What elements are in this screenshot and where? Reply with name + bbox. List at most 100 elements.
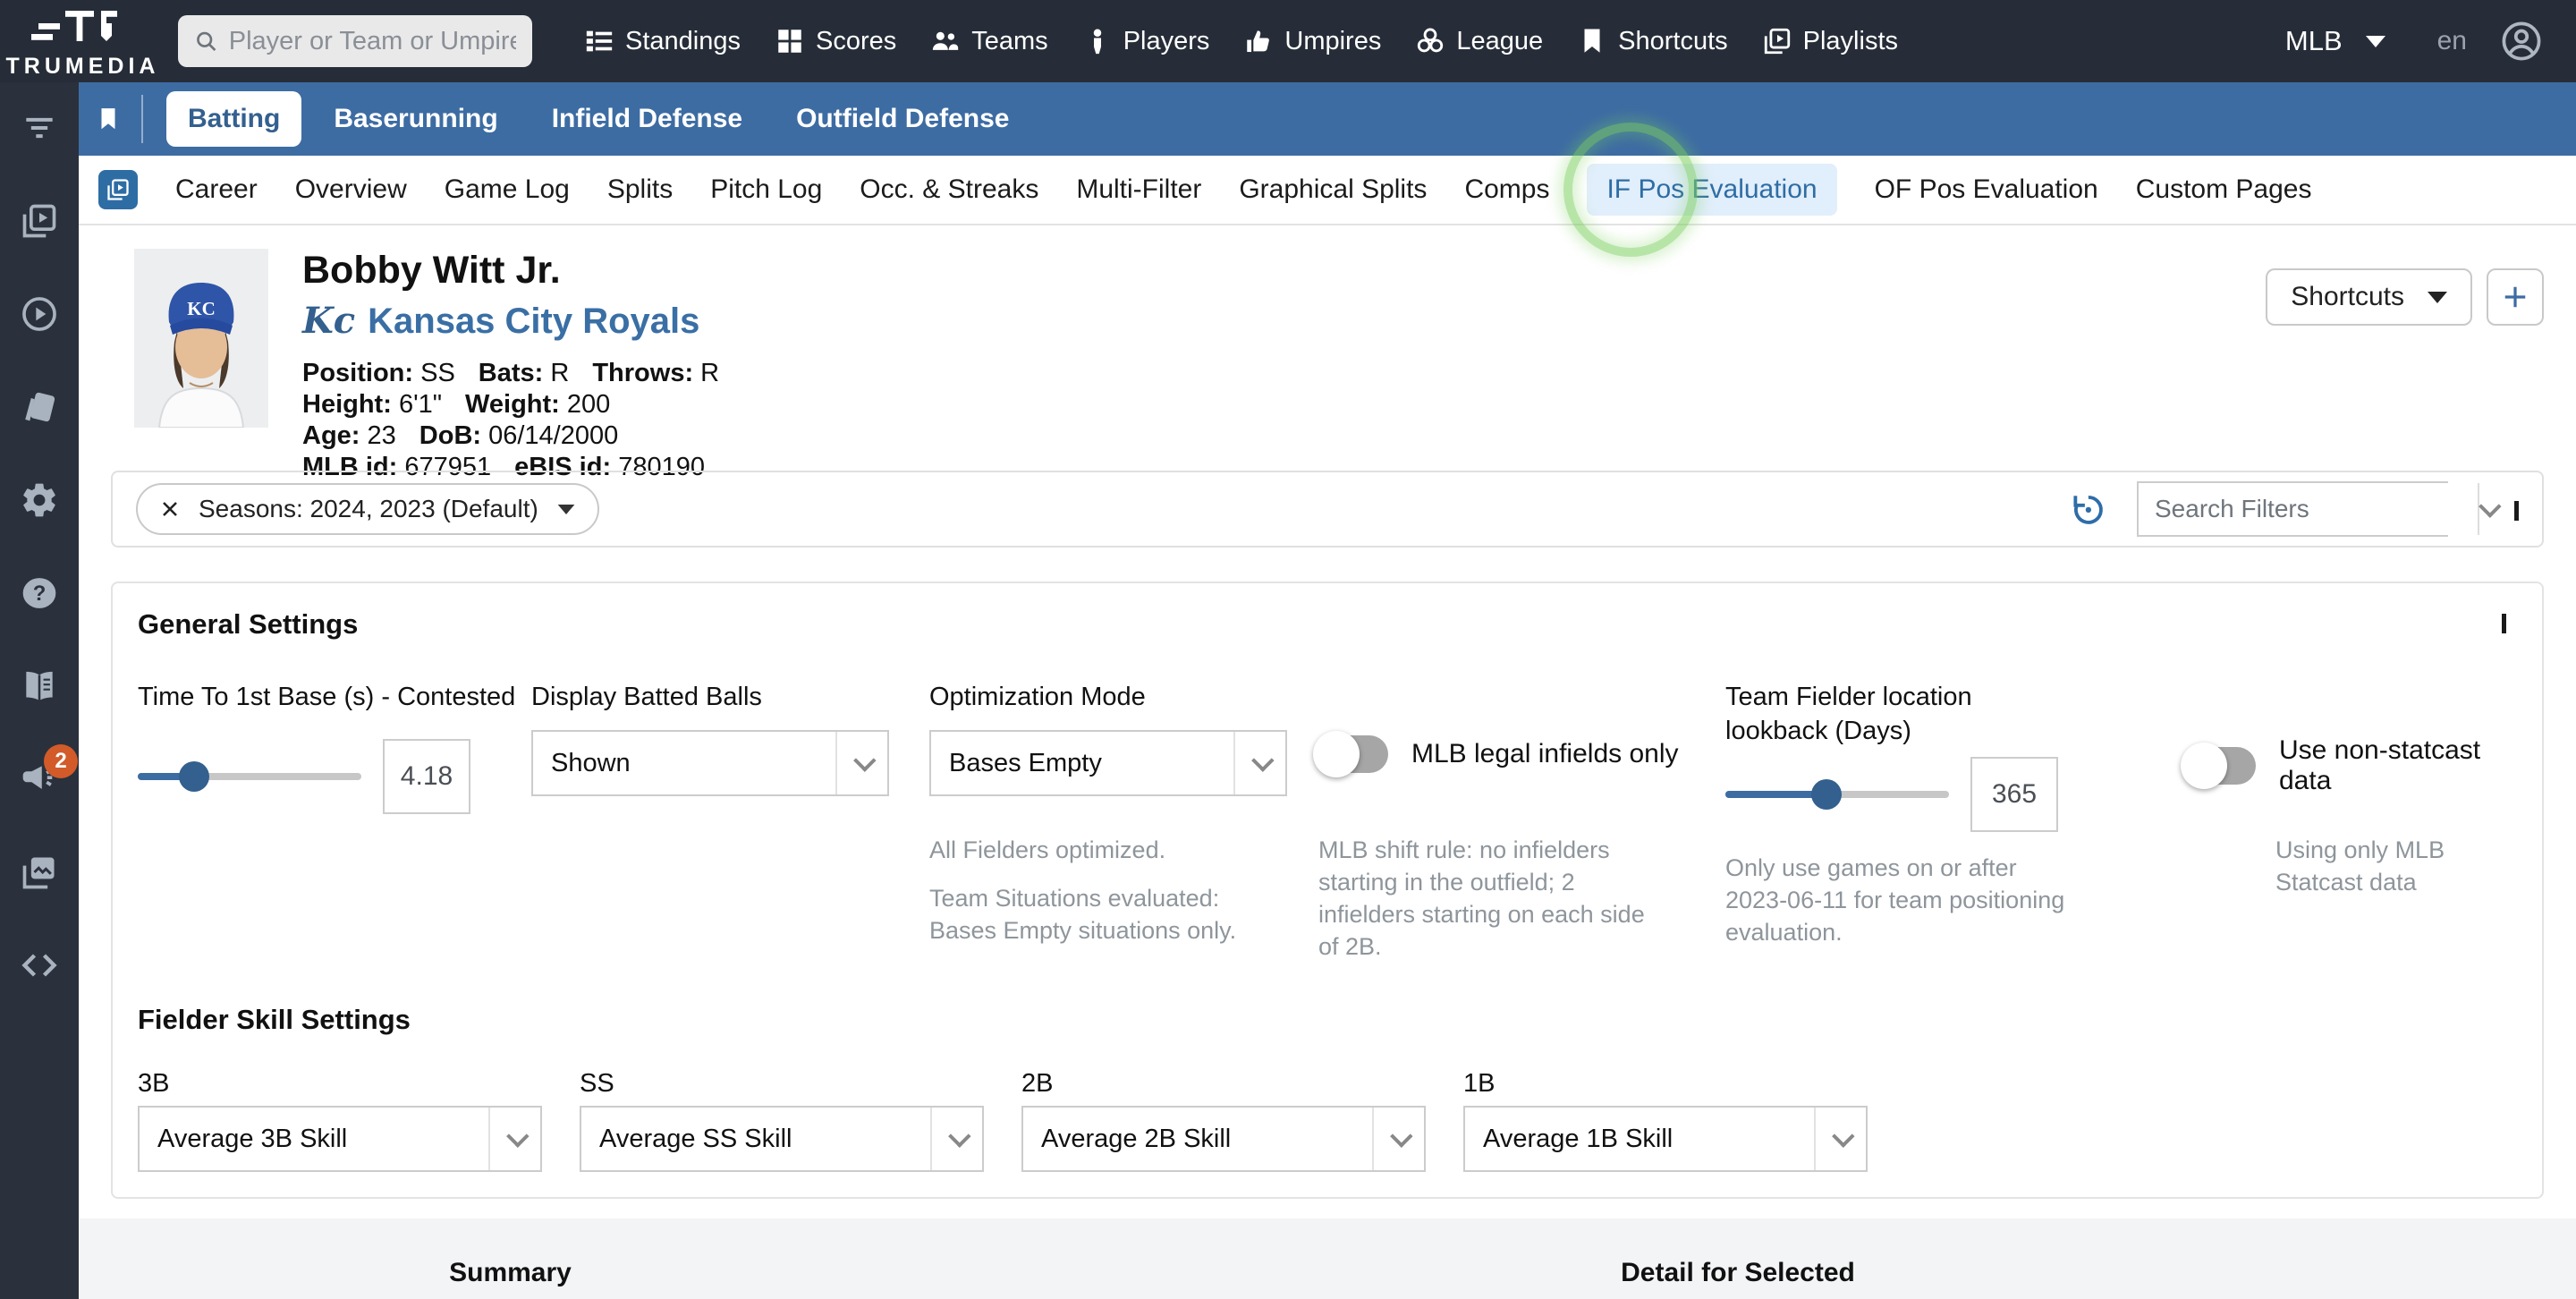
tab-splits[interactable]: Splits	[607, 164, 673, 216]
docs-book-icon[interactable]	[19, 666, 60, 707]
filters-icon[interactable]	[19, 107, 60, 149]
players-icon	[1082, 26, 1113, 56]
slider-thumb[interactable]	[179, 761, 209, 792]
nav-label: Shortcuts	[1618, 27, 1728, 56]
filter-collapse-button[interactable]	[2514, 501, 2519, 517]
nav-league[interactable]: League	[1415, 26, 1543, 56]
playlist-button[interactable]	[98, 170, 138, 209]
tab-if-pos-evaluation[interactable]: IF Pos Evaluation	[1587, 164, 1836, 216]
team-name[interactable]: Kansas City Royals	[368, 301, 699, 342]
tab-pitch-log[interactable]: Pitch Log	[710, 164, 822, 216]
select-value: Average 1B Skill	[1465, 1125, 1814, 1154]
skill-ss-select[interactable]: Average SS Skill	[580, 1106, 984, 1172]
tab-comps[interactable]: Comps	[1464, 164, 1549, 216]
search-filters-box[interactable]	[2137, 481, 2448, 537]
bookmark-icon[interactable]	[95, 104, 122, 134]
optimization-mode-select[interactable]: Bases Empty	[929, 730, 1287, 796]
optimization-note-1: All Fielders optimized.	[929, 834, 1269, 866]
announcements-megaphone-icon[interactable]: 2	[19, 759, 60, 800]
bio-line: Position: SSBats: RThrows: R	[302, 358, 742, 389]
account-avatar-icon[interactable]	[2499, 19, 2544, 64]
bio-line: Age: 23DoB: 06/14/2000	[302, 420, 742, 452]
trumedia-logo[interactable]: TRUMEDIA	[0, 4, 165, 80]
skill-1b-select[interactable]: Average 1B Skill	[1463, 1106, 1868, 1172]
add-button[interactable]	[2487, 268, 2544, 326]
league-selector[interactable]: MLB	[2285, 25, 2385, 57]
chevron-down-icon	[1251, 749, 1274, 771]
time-to-first-slider[interactable]	[138, 773, 361, 780]
umpires-icon	[1243, 26, 1274, 56]
nav-umpires[interactable]: Umpires	[1243, 26, 1381, 56]
display-batted-balls-select[interactable]: Shown	[531, 730, 889, 796]
lookback-slider[interactable]	[1725, 791, 1949, 798]
settings-collapse-button[interactable]	[2502, 614, 2506, 630]
player-team[interactable]: Kc Kansas City Royals	[302, 300, 742, 342]
nav-teams[interactable]: Teams	[930, 26, 1047, 56]
mlb-legal-infields-toggle[interactable]	[1318, 735, 1388, 773]
nav-players[interactable]: Players	[1082, 26, 1210, 56]
nav-standings[interactable]: Standings	[584, 26, 741, 56]
cards-icon[interactable]	[19, 386, 60, 428]
tab-custom-pages[interactable]: Custom Pages	[2136, 164, 2312, 216]
lookback-note: Only use games on or after 2023-06-11 fo…	[1725, 852, 2074, 948]
chevron-down-icon	[2479, 495, 2501, 517]
time-to-first-value[interactable]	[383, 739, 470, 814]
display-batted-balls-label: Display Batted Balls	[531, 680, 929, 730]
nav-playlists[interactable]: Playlists	[1762, 26, 1898, 56]
history-icon[interactable]	[2069, 490, 2106, 528]
tab-infield-defense[interactable]: Infield Defense	[530, 91, 764, 147]
page-tabbar: Career Overview Game Log Splits Pitch Lo…	[79, 156, 2576, 225]
select-value: Bases Empty	[931, 749, 1233, 778]
svg-text:KC: KC	[187, 298, 216, 319]
chevron-down-icon	[853, 749, 876, 771]
summary-group: Summary ScenarioType xAVG xRVperGB IN_SA…	[284, 1218, 736, 1299]
help-icon[interactable]: ?	[19, 573, 60, 614]
play-circle-icon[interactable]	[19, 293, 60, 335]
code-icon[interactable]	[19, 945, 60, 986]
video-playlist-icon[interactable]	[19, 200, 60, 242]
tab-multi-filter[interactable]: Multi-Filter	[1076, 164, 1201, 216]
select-value: Average 3B Skill	[140, 1125, 488, 1154]
nav-shortcuts[interactable]: Shortcuts	[1577, 26, 1728, 56]
teams-icon	[930, 26, 961, 56]
shortcuts-button[interactable]: Shortcuts	[2266, 268, 2472, 326]
general-settings-panel: General Settings Time To 1st Base (s) - …	[111, 582, 2544, 1199]
language-selector[interactable]: en	[2437, 26, 2467, 56]
search-filters-input[interactable]	[2139, 483, 2478, 535]
non-statcast-toggle[interactable]	[2186, 747, 2256, 785]
slider-thumb[interactable]	[1811, 779, 1842, 810]
search-input[interactable]	[229, 27, 516, 56]
tab-graphical-splits[interactable]: Graphical Splits	[1239, 164, 1427, 216]
tab-baserunning[interactable]: Baserunning	[312, 91, 519, 147]
section-tabbar: Batting Baserunning Infield Defense Outf…	[79, 82, 2576, 156]
global-search[interactable]	[178, 15, 532, 67]
results-band: Summary ScenarioType xAVG xRVperGB IN_SA…	[79, 1218, 2576, 1299]
mlb-legal-infields-setting: MLB legal infields only MLB shift rule: …	[1318, 680, 1725, 963]
skill-3b-select[interactable]: Average 3B Skill	[138, 1106, 542, 1172]
image-gallery-icon[interactable]	[19, 852, 60, 893]
seasons-filter-chip[interactable]: Seasons: 2024, 2023 (Default)	[136, 483, 599, 535]
chevron-down-icon	[557, 504, 574, 514]
search-filters-dropdown[interactable]	[2478, 483, 2496, 535]
tab-occ-streaks[interactable]: Occ. & Streaks	[860, 164, 1038, 216]
chevron-down-icon	[1390, 1125, 1412, 1147]
general-settings-title: General Settings	[138, 608, 2506, 641]
detail-title: Detail for Selected	[1255, 1258, 2221, 1288]
bookmark-icon	[1577, 26, 1607, 56]
tab-career[interactable]: Career	[175, 164, 258, 216]
select-value: Average SS Skill	[581, 1125, 930, 1154]
tab-game-log[interactable]: Game Log	[445, 164, 570, 216]
trumedia-logo-icon	[30, 9, 137, 50]
gear-icon[interactable]	[19, 480, 60, 521]
mlb-legal-infields-note: MLB shift rule: no infielders starting i…	[1318, 834, 1658, 963]
tab-of-pos-evaluation[interactable]: OF Pos Evaluation	[1875, 164, 2098, 216]
tab-outfield-defense[interactable]: Outfield Defense	[775, 91, 1030, 147]
skill-2b-select[interactable]: Average 2B Skill	[1021, 1106, 1426, 1172]
lookback-value[interactable]	[1970, 757, 2058, 832]
nav-scores[interactable]: Scores	[775, 26, 896, 56]
nav-label: Scores	[816, 27, 896, 56]
close-icon[interactable]	[159, 498, 181, 520]
app-window: TRUMEDIA Standings Scores Teams P	[0, 0, 2576, 1299]
tab-batting[interactable]: Batting	[166, 91, 301, 147]
tab-overview[interactable]: Overview	[295, 164, 407, 216]
